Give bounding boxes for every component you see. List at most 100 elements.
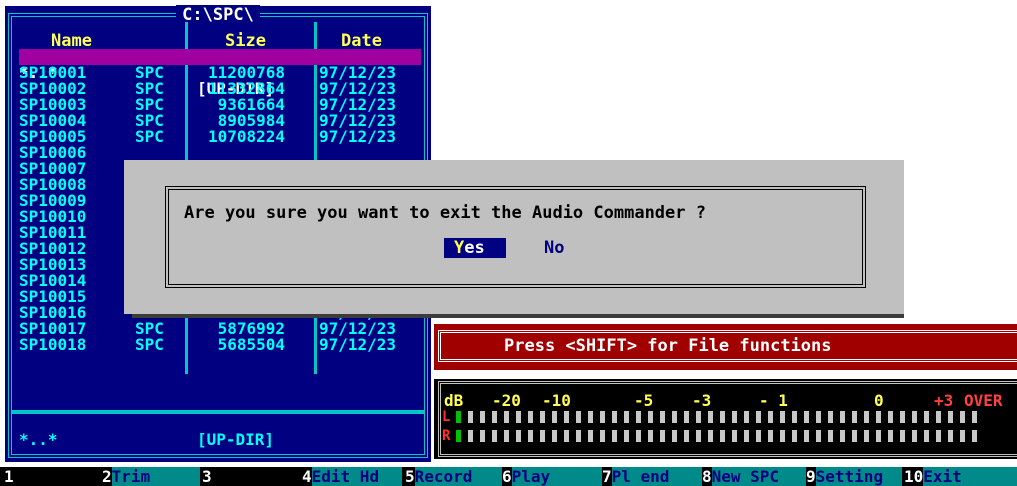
fkey-label: Record <box>414 467 503 486</box>
vu-scale-label: - 1 <box>759 391 788 410</box>
fkey-label: Setting <box>815 467 902 486</box>
fkey-number: 10 <box>904 467 924 486</box>
vu-segment <box>612 411 617 423</box>
right-channel-label: R <box>442 428 451 444</box>
file-date: 97/12/23 <box>319 127 397 146</box>
vu-segment <box>804 411 809 423</box>
fkey-label: Trim <box>111 467 200 486</box>
vu-segment <box>468 430 473 442</box>
vu-segment <box>480 411 485 423</box>
fkey-label: Play <box>511 467 602 486</box>
vu-segment <box>864 411 869 423</box>
vu-segment <box>504 411 509 423</box>
vu-segment <box>576 430 581 442</box>
vu-segment <box>768 430 773 442</box>
vu-segment <box>540 430 545 442</box>
vu-segment <box>600 430 605 442</box>
vu-segment <box>888 430 893 442</box>
fkey-label: Edit Hd <box>311 467 402 486</box>
vu-segment <box>480 430 485 442</box>
header-name[interactable]: Name <box>51 32 92 50</box>
vu-segment <box>912 411 917 423</box>
vu-segment <box>492 430 497 442</box>
vu-segment <box>768 411 773 423</box>
fkey-number: 4 <box>302 467 312 486</box>
fkey-label: Exit <box>923 467 1017 486</box>
vu-segment <box>828 430 833 442</box>
vu-segment <box>720 430 725 442</box>
fkey-2[interactable]: 2Trim <box>102 467 200 486</box>
vu-segment <box>900 430 905 442</box>
vu-meter: dB -20 -10 -5 -3 - 1 0 +3 OVER L R <box>434 379 1017 459</box>
vu-segment <box>552 430 557 442</box>
fkey-number: 1 <box>4 467 14 486</box>
vu-segment <box>552 411 557 423</box>
vu-segment <box>840 411 845 423</box>
vu-segment <box>456 430 461 442</box>
vu-segment <box>924 411 929 423</box>
vu-segment <box>624 430 629 442</box>
fkey-1[interactable]: 1 <box>4 467 100 486</box>
fkey-number: 7 <box>602 467 612 486</box>
fkey-number: 6 <box>502 467 512 486</box>
vu-segment <box>660 411 665 423</box>
file-row[interactable]: SP10018 SPC 5685504 97/12/23 <box>19 337 425 353</box>
no-button[interactable]: No <box>544 238 564 258</box>
fkey-5[interactable]: 5Record <box>405 467 503 486</box>
vu-segment <box>816 430 821 442</box>
file-ext: SPC <box>135 127 164 146</box>
vu-segment <box>828 411 833 423</box>
vu-segment <box>672 430 677 442</box>
vu-segment <box>972 430 977 442</box>
panel-title: C:\SPC\ <box>5 5 431 25</box>
fkey-4[interactable]: 4Edit Hd <box>302 467 402 486</box>
vu-segment <box>540 411 545 423</box>
vu-segment <box>960 411 965 423</box>
vu-segment <box>708 411 713 423</box>
vu-scale-label: -10 <box>542 391 571 410</box>
vu-segment <box>696 411 701 423</box>
vu-scale-label: -3 <box>692 391 712 410</box>
vu-segment <box>576 411 581 423</box>
fkey-6[interactable]: 6Play <box>502 467 602 486</box>
vu-segment <box>972 411 977 423</box>
vu-segment <box>720 411 725 423</box>
fkey-number: 9 <box>806 467 816 486</box>
fkey-number: 3 <box>202 467 212 486</box>
vu-segment <box>816 411 821 423</box>
vu-segment <box>588 430 593 442</box>
vu-segment <box>564 411 569 423</box>
header-size[interactable]: Size <box>225 32 266 50</box>
yes-button[interactable]: Yes <box>444 238 506 258</box>
vu-segment <box>744 411 749 423</box>
vu-segment <box>744 430 749 442</box>
vu-segment <box>636 411 641 423</box>
file-date: 97/12/23 <box>319 335 397 354</box>
vu-segment <box>948 411 953 423</box>
footer-mask: *..* <box>19 430 58 449</box>
vu-segment <box>600 411 605 423</box>
file-name: SP10018 <box>19 335 87 354</box>
fkey-7[interactable]: 7Pl end <box>602 467 702 486</box>
vu-scale-label: +3 <box>934 391 954 410</box>
panel-footer: *..* [UP-DIR] <box>19 430 274 449</box>
fkey-number: 8 <box>702 467 712 486</box>
function-key-bar: 1 2Trim 3 4Edit Hd 5Record 6Play 7Pl end 8New S… <box>0 467 1017 486</box>
vu-scale-label: OVER <box>964 391 1003 410</box>
vu-segment <box>852 430 857 442</box>
vu-segment <box>636 430 641 442</box>
vu-segment <box>840 430 845 442</box>
panel-divider <box>12 410 424 414</box>
dialog-frame <box>165 186 866 288</box>
fkey-10[interactable]: 10Exit <box>904 467 1017 486</box>
vu-segment <box>528 411 533 423</box>
header-date[interactable]: Date <box>341 32 382 50</box>
fkey-3[interactable]: 3 <box>202 467 302 486</box>
vu-segment <box>648 411 653 423</box>
vu-segment <box>780 430 785 442</box>
fkey-9[interactable]: 9Setting <box>806 467 902 486</box>
fkey-8[interactable]: 8New SPC <box>702 467 806 486</box>
vu-segment <box>876 411 881 423</box>
vu-segment <box>660 430 665 442</box>
footer-updir: [UP-DIR] <box>197 430 275 449</box>
